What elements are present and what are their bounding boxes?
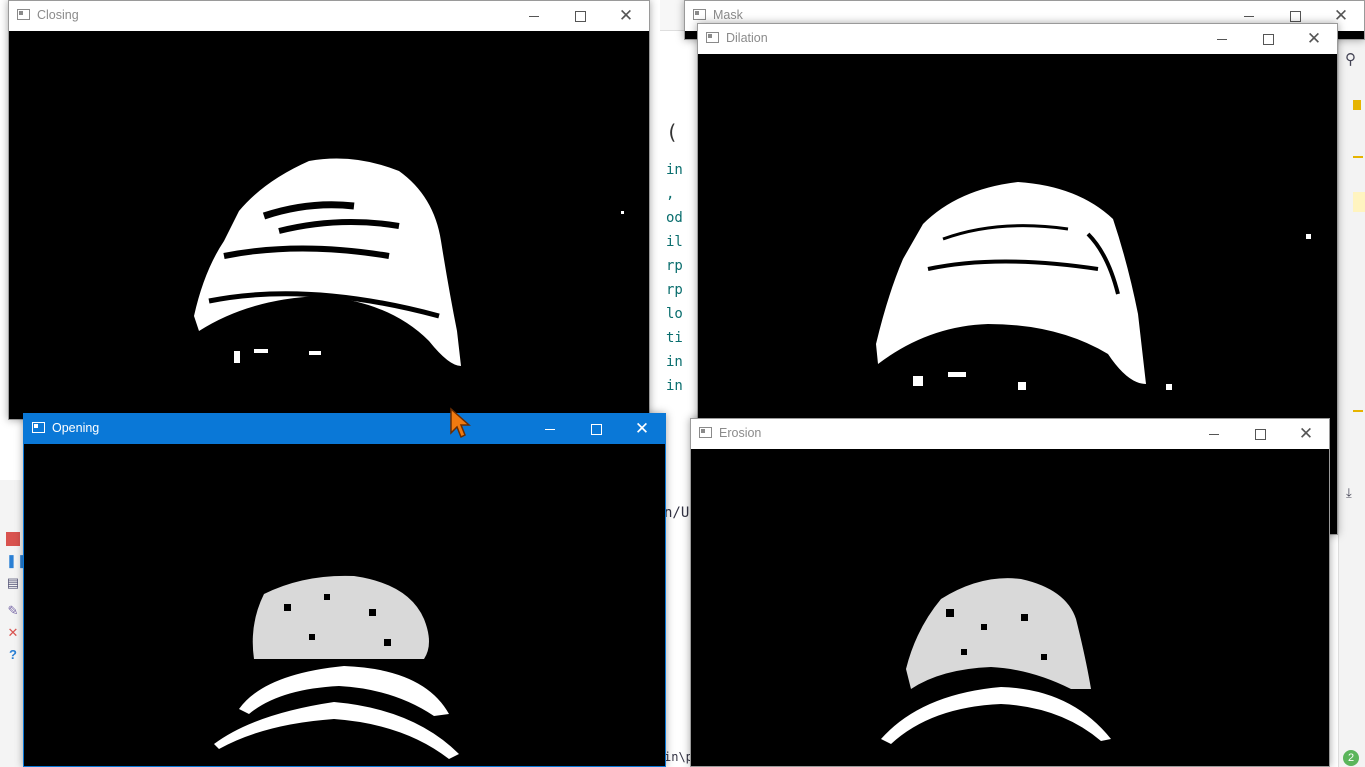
mask-image-opening bbox=[214, 575, 459, 759]
window-opening[interactable]: Opening ✕ bbox=[23, 413, 666, 767]
code-line: in bbox=[666, 378, 683, 394]
window-icon bbox=[699, 427, 712, 438]
minimize-icon[interactable] bbox=[511, 1, 557, 31]
window-title: Erosion bbox=[719, 426, 762, 440]
close-icon[interactable]: ✕ bbox=[1283, 419, 1329, 449]
warning-marker bbox=[1353, 156, 1363, 158]
maximize-icon[interactable] bbox=[573, 414, 619, 444]
mask-image-closing bbox=[194, 158, 624, 366]
code-line: , bbox=[666, 186, 675, 202]
close-icon[interactable]: ✕ bbox=[1291, 24, 1337, 54]
code-line: od bbox=[666, 210, 683, 226]
ide-console-path: n/U bbox=[664, 505, 690, 521]
maximize-icon[interactable] bbox=[1245, 24, 1291, 54]
pause-icon[interactable]: ❚❚ bbox=[6, 554, 28, 568]
code-line: il bbox=[666, 234, 683, 250]
help-icon[interactable]: ? bbox=[6, 648, 20, 662]
code-line: rp bbox=[666, 282, 683, 298]
layout-icon[interactable]: ▤ bbox=[6, 576, 20, 590]
ide-right-strip: ⚲ ⤓ 2 bbox=[1338, 30, 1365, 767]
search-icon[interactable]: ⚲ bbox=[1345, 50, 1356, 68]
window-title: Closing bbox=[37, 8, 79, 22]
minimize-icon[interactable] bbox=[1191, 419, 1237, 449]
code-line: in bbox=[666, 354, 683, 370]
titlebar[interactable]: Opening ✕ bbox=[24, 414, 665, 444]
highlight-marker bbox=[1353, 192, 1365, 212]
minimize-icon[interactable] bbox=[1199, 24, 1245, 54]
window-icon bbox=[706, 32, 719, 43]
window-icon bbox=[32, 422, 45, 433]
warning-marker bbox=[1353, 410, 1363, 412]
code-line: ti bbox=[666, 330, 683, 346]
image-canvas bbox=[9, 31, 649, 419]
window-title: Mask bbox=[713, 8, 743, 22]
minimize-icon[interactable] bbox=[527, 414, 573, 444]
maximize-icon[interactable] bbox=[1237, 419, 1283, 449]
window-erosion[interactable]: Erosion ✕ bbox=[690, 418, 1330, 767]
ide-code-snippet: ( in , od il rp rp lo ti in in bbox=[650, 120, 686, 400]
image-canvas bbox=[691, 449, 1329, 766]
window-icon bbox=[17, 9, 30, 20]
stop-icon[interactable] bbox=[6, 532, 20, 546]
close-icon[interactable]: ✕ bbox=[6, 626, 20, 640]
code-line: ( bbox=[666, 120, 679, 144]
titlebar[interactable]: Erosion ✕ bbox=[691, 419, 1329, 449]
window-icon bbox=[693, 9, 706, 20]
close-icon[interactable]: ✕ bbox=[603, 1, 649, 31]
ide-status-path: in\p bbox=[664, 750, 693, 764]
image-canvas bbox=[24, 444, 665, 766]
titlebar[interactable]: Dilation ✕ bbox=[698, 24, 1337, 54]
window-title: Dilation bbox=[726, 31, 768, 45]
titlebar[interactable]: Closing ✕ bbox=[9, 1, 649, 31]
cursor-arrow-icon bbox=[450, 407, 471, 439]
window-title: Opening bbox=[52, 421, 100, 435]
warning-marker bbox=[1353, 100, 1361, 110]
ide-run-toolbar: ❚❚ ▤ ✎ ✕ ? bbox=[0, 480, 28, 767]
scroll-end-icon[interactable]: ⤓ bbox=[1346, 485, 1352, 501]
code-line: rp bbox=[666, 258, 683, 274]
code-line: lo bbox=[666, 306, 683, 322]
mask-image-erosion bbox=[881, 578, 1111, 744]
close-icon[interactable]: ✕ bbox=[619, 414, 665, 444]
status-badge: 2 bbox=[1343, 750, 1359, 766]
maximize-icon[interactable] bbox=[557, 1, 603, 31]
window-closing[interactable]: Closing ✕ bbox=[8, 0, 650, 420]
code-line: in bbox=[666, 162, 683, 178]
debug-icon[interactable]: ✎ bbox=[6, 604, 20, 618]
